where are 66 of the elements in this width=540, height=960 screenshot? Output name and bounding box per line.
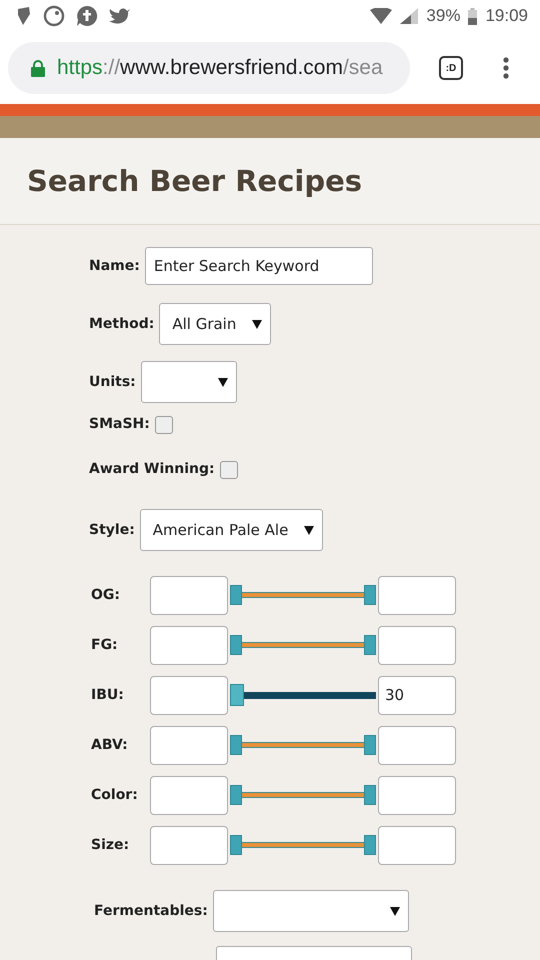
slider-handle[interactable] — [364, 785, 376, 805]
min-input-field[interactable] — [150, 776, 228, 814]
checkbox[interactable] — [154, 416, 173, 434]
min-input-field[interactable] — [150, 576, 228, 614]
page-title: Search Beer Recipes — [27, 164, 362, 198]
slider-handle[interactable] — [364, 835, 376, 855]
range-slider-track[interactable] — [242, 642, 364, 648]
slider-handle[interactable] — [230, 735, 242, 755]
address-bar[interactable]: https://www.brewersfriend.com/sea — [8, 42, 410, 94]
field-label: FG: — [91, 637, 119, 653]
max-input-field[interactable] — [378, 776, 456, 814]
field-label: Name: — [89, 258, 140, 274]
field-label: Size: — [91, 837, 130, 853]
bird-icon — [109, 7, 131, 25]
slider-handle[interactable] — [230, 835, 242, 855]
caret-icon — [218, 378, 228, 386]
battery-icon — [468, 8, 478, 24]
field-label: Units: — [89, 374, 136, 390]
battery-percentage: 39% — [426, 6, 460, 26]
max-input-field[interactable] — [378, 726, 456, 764]
caret-icon — [252, 320, 262, 328]
caret-icon — [304, 526, 314, 534]
slider-handle[interactable] — [230, 684, 244, 706]
slider-handle[interactable] — [230, 785, 242, 805]
max-input-field[interactable] — [378, 576, 456, 614]
dropdown[interactable] — [212, 890, 409, 932]
range-slider-track[interactable] — [244, 692, 376, 699]
signal-icon — [400, 8, 418, 24]
range-slider-track[interactable] — [242, 742, 364, 748]
slider-handle[interactable] — [364, 635, 376, 655]
field-label: ABV: — [91, 737, 129, 753]
min-input-field[interactable] — [150, 626, 228, 664]
chat-bubble-icon — [76, 5, 98, 27]
clock-time: 19:09 — [485, 6, 528, 26]
max-input-field[interactable] — [378, 626, 456, 664]
max-input-field[interactable] — [378, 826, 456, 864]
input-field[interactable]: Enter Search Keyword — [144, 247, 373, 285]
field-label: IBU: — [91, 687, 125, 703]
wifi-icon — [370, 8, 392, 24]
field-label: Color: — [91, 787, 139, 803]
min-input-field[interactable] — [150, 726, 228, 764]
menu-icon[interactable] — [503, 57, 509, 79]
checkbox[interactable] — [220, 461, 238, 479]
slider-handle[interactable] — [230, 635, 242, 655]
field-label: Method: — [89, 316, 154, 332]
dropdown[interactable]: American Pale Ale — [140, 509, 324, 551]
field-label: Fermentables: — [94, 903, 208, 919]
slider-handle[interactable] — [364, 585, 376, 605]
range-slider-track[interactable] — [242, 792, 364, 798]
field-label: SMaSH: — [89, 416, 150, 432]
lock-icon — [31, 60, 45, 76]
field-label: OG: — [91, 587, 121, 603]
field-label: Style: — [89, 522, 135, 538]
range-slider-track[interactable] — [242, 592, 364, 598]
dropdown[interactable] — [140, 361, 237, 403]
tab-switcher-button[interactable]: :D — [439, 56, 463, 80]
slider-handle[interactable] — [364, 735, 376, 755]
field-label: Award Winning: — [89, 461, 215, 477]
range-slider-track[interactable] — [242, 842, 364, 848]
circle-icon — [43, 5, 65, 27]
max-input-field[interactable]: 30 — [378, 676, 456, 714]
dropdown[interactable]: All Grain — [159, 303, 272, 345]
caret-icon — [390, 906, 400, 916]
min-input-field[interactable] — [150, 676, 228, 714]
min-input-field[interactable] — [150, 826, 228, 864]
slider-handle[interactable] — [230, 585, 242, 605]
